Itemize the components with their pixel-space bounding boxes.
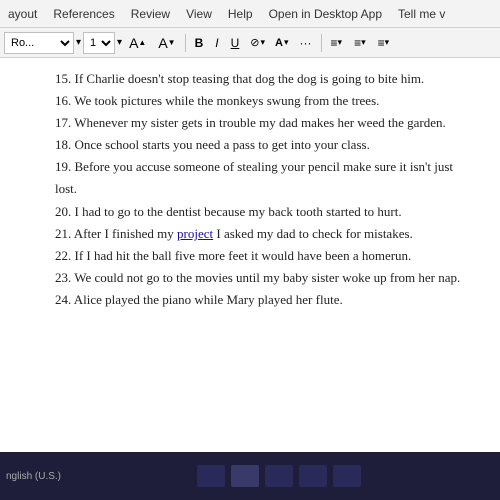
menu-open-desktop[interactable]: Open in Desktop App [261, 4, 390, 24]
bold-button[interactable]: B [190, 32, 209, 54]
taskbar-button-1[interactable] [197, 465, 225, 487]
toolbar-divider-2 [321, 34, 322, 52]
menu-view[interactable]: View [178, 4, 220, 24]
font-size-chevron-icon[interactable]: ▾ [117, 37, 122, 48]
line-21-link[interactable]: project [177, 226, 213, 241]
line-19: 19. Before you accuse someone of stealin… [55, 156, 470, 200]
font-name-chevron-icon[interactable]: ▾ [76, 37, 81, 48]
toolbar-divider-1 [185, 34, 186, 52]
font-color-chevron-icon: ▾ [284, 37, 289, 48]
font-name-select[interactable]: Ro... [4, 32, 74, 54]
font-color-icon: A [275, 37, 283, 49]
taskbar-button-5[interactable] [333, 465, 361, 487]
line-21-after: I asked my dad to check for mistakes. [213, 226, 413, 241]
taskbar-button-2[interactable] [231, 465, 259, 487]
line-24: 24. Alice played the piano while Mary pl… [55, 289, 470, 311]
more-options-button[interactable]: ··· [295, 32, 317, 54]
line-21: 21. After I finished my project I asked … [55, 223, 470, 245]
line-15: 15. If Charlie doesn't stop teasing that… [55, 68, 470, 90]
grow-font-button[interactable]: A▲ [124, 32, 151, 54]
list-button[interactable]: ≡▾ [326, 32, 348, 54]
italic-button[interactable]: I [210, 32, 223, 54]
font-color-button[interactable]: A ▾ [271, 32, 292, 54]
language-status: nglish (U.S.) [6, 471, 61, 482]
highlight-chevron-icon: ▾ [261, 37, 266, 48]
bottom-bar: nglish (U.S.) [0, 452, 500, 500]
menu-review[interactable]: Review [123, 4, 178, 24]
underline-button[interactable]: U [226, 32, 245, 54]
document-area: 15. If Charlie doesn't stop teasing that… [0, 58, 500, 500]
menu-layout[interactable]: ayout [0, 4, 45, 24]
menu-help[interactable]: Help [220, 4, 261, 24]
toolbar: Ro... ▾ 12 ▾ A▲ A▼ B I U ⊘ ▾ A ▾ ··· ≡▾ … [0, 28, 500, 58]
line-16: 16. We took pictures while the monkeys s… [55, 90, 470, 112]
line-18: 18. Once school starts you need a pass t… [55, 134, 470, 156]
align-button[interactable]: ≡▾ [373, 32, 395, 54]
taskbar-button-4[interactable] [299, 465, 327, 487]
line-23: 23. We could not go to the movies until … [55, 267, 470, 289]
line-17: 17. Whenever my sister gets in trouble m… [55, 112, 470, 134]
menu-tell-me[interactable]: Tell me v [390, 4, 453, 24]
highlight-color-button[interactable]: ⊘ ▾ [246, 32, 269, 54]
menu-bar: ayout References Review View Help Open i… [0, 0, 500, 28]
font-size-select[interactable]: 12 [83, 32, 115, 54]
menu-references[interactable]: References [45, 4, 122, 24]
taskbar-button-3[interactable] [265, 465, 293, 487]
shrink-font-button[interactable]: A▼ [153, 32, 180, 54]
line-20: 20. I had to go to the dentist because m… [55, 201, 470, 223]
indent-button[interactable]: ≡▾ [349, 32, 371, 54]
line-21-before: 21. After I finished my [55, 226, 177, 241]
line-22: 22. If I had hit the ball five more feet… [55, 245, 470, 267]
highlight-icon: ⊘ [250, 36, 259, 49]
